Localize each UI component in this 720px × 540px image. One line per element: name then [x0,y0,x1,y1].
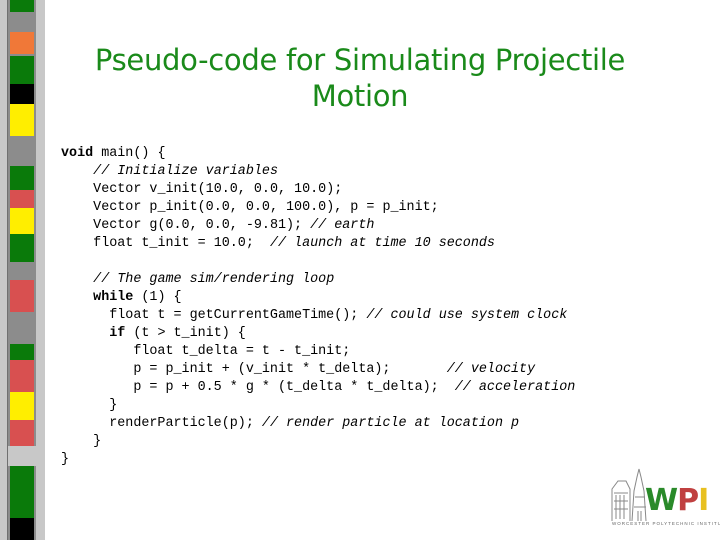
code-line: while (1) { [61,289,575,307]
logo-letter-p: P [677,483,699,518]
code-keyword: if [109,326,126,341]
sidebar-stripe [10,234,34,262]
code-keyword: void [61,146,94,161]
code-line: float t_delta = t - t_init; [61,343,575,361]
code-text: float t_delta = t - t_init; [133,344,351,359]
code-line: Vector v_init(10.0, 0.0, 10.0); [61,181,575,199]
code-text: main() { [93,146,166,161]
sidebar-gap [8,446,36,466]
sidebar-stripe [10,166,34,190]
sidebar-stripe [10,56,34,84]
code-block: void main() { // Initialize variables Ve… [61,145,575,469]
code-comment: // acceleration [454,380,576,395]
logo-letter-w: W [645,483,678,518]
sidebar-stripe [10,0,34,12]
code-line: float t_init = 10.0; // launch at time 1… [61,235,575,253]
code-text: Vector v_init(10.0, 0.0, 10.0); [93,182,343,197]
wpi-logo: WPI WORCESTER POLYTECHNIC INSTITUTE [610,465,720,535]
code-comment: // launch at time 10 seconds [269,236,495,251]
code-text: (1) { [133,290,182,305]
code-text: p = p_init + (v_init * t_delta); [133,362,447,377]
code-line: } [61,451,575,469]
sidebar-stripe [10,32,34,54]
code-text: (t > t_init) { [125,326,246,341]
sidebar-stripe [10,104,34,136]
building-icon [611,468,647,522]
sidebar-stripe [10,344,34,360]
code-text: Vector g(0.0, 0.0, -9.81); [93,218,311,233]
code-text: float t = getCurrentGameTime(); [109,308,367,323]
sidebar-stripe [10,420,34,446]
code-comment: // Initialize variables [93,164,278,179]
code-comment: // render particle at location p [261,416,520,431]
code-line: // The game sim/rendering loop [61,271,575,289]
logo-tagline: WORCESTER POLYTECHNIC INSTITUTE [612,521,720,526]
code-line: Vector p_init(0.0, 0.0, 100.0), p = p_in… [61,199,575,217]
logo-letter-i: I [698,483,709,518]
code-text: Vector p_init(0.0, 0.0, 100.0), p = p_in… [93,200,439,215]
code-line: void main() { [61,145,575,163]
sidebar-stripe [10,360,34,392]
code-comment: // earth [310,218,375,233]
sidebar-stripe [10,280,34,312]
code-comment: // could use system clock [366,308,568,323]
code-line: p = p_init + (v_init * t_delta); // velo… [61,361,575,379]
sidebar-stripe [10,312,34,342]
code-comment: // The game sim/rendering loop [93,272,335,287]
sidebar-stripe [10,190,34,208]
sidebar-stripe [10,392,34,420]
code-line: // Initialize variables [61,163,575,181]
code-line: } [61,433,575,451]
code-line: } [61,397,575,415]
code-keyword: while [93,290,134,305]
code-line: float t = getCurrentGameTime(); // could… [61,307,575,325]
code-text: float t_init = 10.0; [93,236,270,251]
code-text: renderParticle(p); [109,416,262,431]
code-text: p = p + 0.5 * g * (t_delta * t_delta); [133,380,455,395]
slide-title: Pseudo-code for Simulating Projectile Mo… [94,43,626,113]
logo-wordmark: WPI [645,483,709,518]
code-comment: // velocity [446,362,536,377]
code-line: Vector g(0.0, 0.0, -9.81); // earth [61,217,575,235]
sidebar-decoration [0,0,45,540]
code-line: if (t > t_init) { [61,325,575,343]
code-line: renderParticle(p); // render particle at… [61,415,575,433]
sidebar-stripe [10,518,34,540]
sidebar-stripe [10,466,34,518]
code-text: } [61,452,70,467]
sidebar-stripe [10,84,34,104]
code-text: } [93,434,102,449]
sidebar-stripe [10,208,34,234]
code-text: } [109,398,118,413]
code-line: p = p + 0.5 * g * (t_delta * t_delta); /… [61,379,575,397]
